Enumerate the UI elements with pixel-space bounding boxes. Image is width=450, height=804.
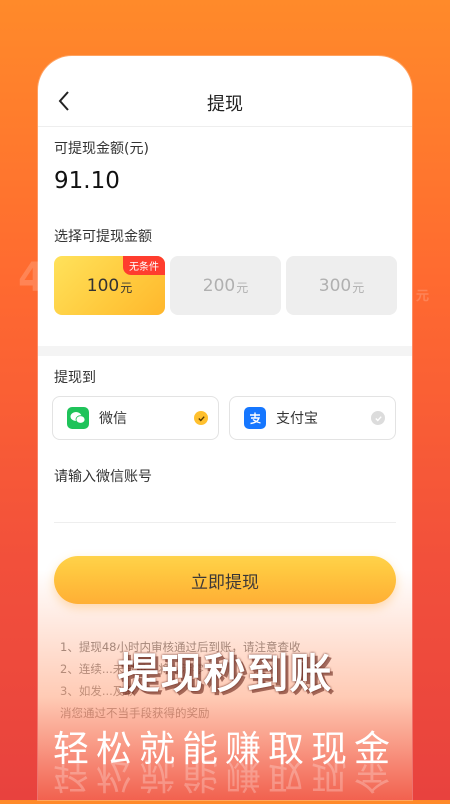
amount-option-300[interactable]: 300 元 <box>286 256 397 315</box>
balance-value: 91.10 <box>54 168 120 194</box>
amount-option-200[interactable]: 200 元 <box>170 256 281 315</box>
checked-icon <box>194 411 208 425</box>
amount-option-unit: 元 <box>352 281 365 295</box>
amount-option-value: 300 <box>318 275 352 296</box>
alipay-option[interactable]: 支付宝 <box>229 396 396 440</box>
wechat-label: 微信 <box>99 411 127 427</box>
wechat-account-input[interactable] <box>54 496 396 523</box>
amount-option-unit: 元 <box>120 281 133 295</box>
balance-label: 可提现金额(元) <box>54 141 149 157</box>
select-amount-label: 选择可提现金额 <box>54 229 152 245</box>
amount-option-unit: 元 <box>236 281 249 295</box>
background-decoration: 元 <box>416 289 430 304</box>
promo-subline-reflection: 轻松就能赚取现金 <box>52 754 397 795</box>
withdraw-now-button[interactable]: 立即提现 <box>54 556 396 604</box>
alipay-icon <box>244 407 266 429</box>
amount-option-100[interactable]: 100 元 无条件 <box>54 256 165 315</box>
no-condition-badge: 无条件 <box>123 256 165 275</box>
promo-headline: 提现秒到账 <box>117 649 333 698</box>
amount-option-value: 200 <box>202 275 236 296</box>
alipay-label: 支付宝 <box>276 411 318 427</box>
page-title: 提现 <box>207 94 243 115</box>
wechat-option[interactable]: 微信 <box>52 396 219 440</box>
section-divider <box>38 346 412 356</box>
wechat-icon <box>67 407 89 429</box>
nav-bar: 提现 <box>38 56 412 127</box>
amount-option-value: 100 <box>86 275 120 296</box>
account-input-label: 请输入微信账号 <box>54 469 152 485</box>
withdraw-to-label: 提现到 <box>54 370 96 386</box>
unchecked-icon <box>371 411 385 425</box>
